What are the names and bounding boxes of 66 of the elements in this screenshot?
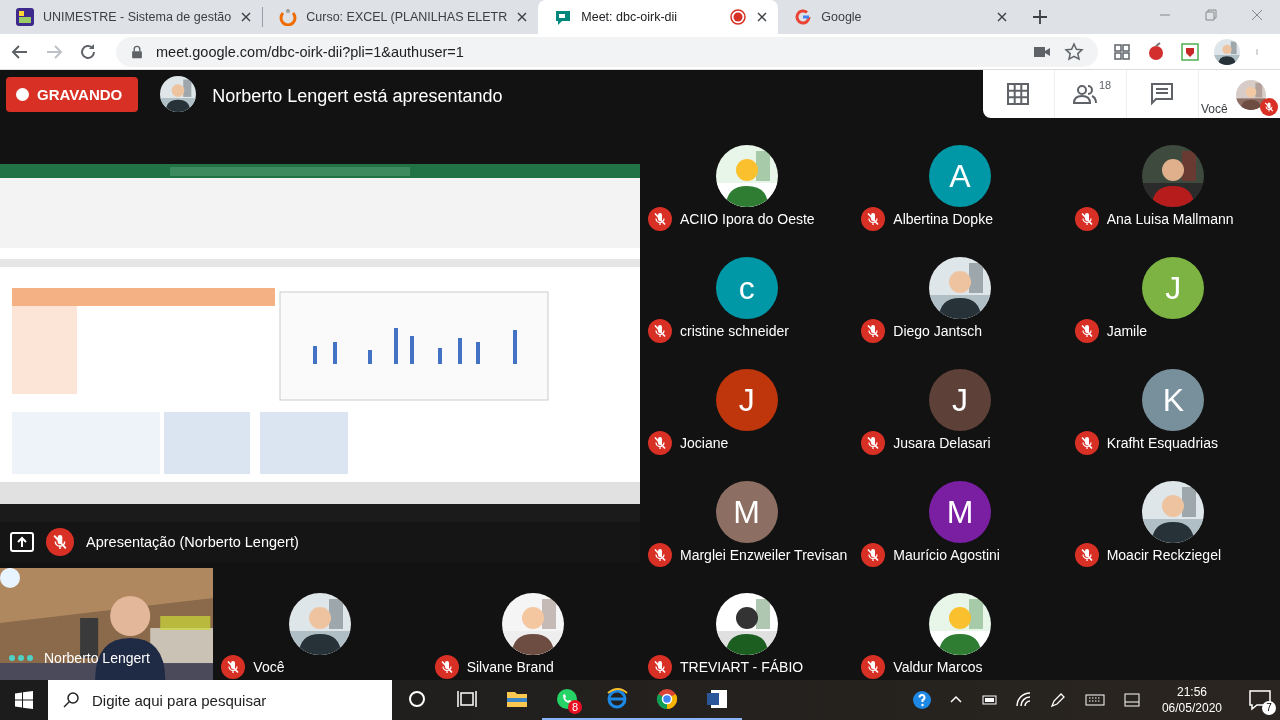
self-label: Você [1201, 102, 1228, 116]
participant-name: Silvane Brand [466, 659, 554, 675]
participants-button[interactable]: 18 [1055, 70, 1127, 118]
close-icon[interactable] [756, 11, 769, 23]
notification-badge: 8 [568, 700, 582, 714]
browser-tab[interactable]: Meet: dbc-oirk-dii [538, 0, 779, 34]
chat-icon [1149, 81, 1176, 107]
present-screen-icon [10, 532, 34, 552]
lock-icon [130, 43, 144, 60]
participant-name: Diego Jantsch [893, 323, 983, 339]
participant-name: Ana Luisa Mallmann [1106, 211, 1234, 227]
grid-icon [1005, 81, 1032, 107]
grid-icon[interactable] [1112, 41, 1132, 62]
date: 06/05/2020 [1161, 700, 1222, 716]
ring-icon [794, 8, 813, 26]
participant-name: Krafht Esquadrias [1106, 435, 1218, 451]
window-icon[interactable] [1121, 690, 1142, 710]
avatar: c [715, 257, 778, 319]
avatar: J [1142, 257, 1205, 319]
participant-name: Maurício Agostini [893, 547, 1000, 563]
shield-icon[interactable] [1180, 41, 1200, 62]
participant-name: Albertina Dopke [893, 211, 993, 227]
browser-tab[interactable]: Google [778, 0, 1019, 34]
help-icon[interactable] [911, 690, 932, 710]
participant-name: cristine schneider [680, 323, 789, 339]
apple-icon[interactable] [1146, 41, 1166, 62]
participant-name: Norberto Lengert [44, 650, 150, 666]
search-icon [62, 691, 80, 709]
recording-button[interactable]: GRAVANDO [6, 77, 139, 112]
participant-name: TREVIART - FÁBIO [680, 659, 804, 675]
windows-start-icon[interactable] [15, 691, 33, 709]
close-icon[interactable] [240, 11, 253, 23]
participant-name: Jamile [1106, 323, 1148, 339]
globe-icon[interactable] [605, 687, 629, 711]
close-icon[interactable] [516, 11, 529, 23]
time: 21:56 [1175, 684, 1208, 700]
browser-tab[interactable]: UNIMESTRE - Sistema de gestão [0, 0, 263, 34]
document-icon[interactable] [705, 687, 729, 711]
ring-icon [279, 8, 298, 26]
notification-icon[interactable] [1248, 688, 1272, 712]
new-tab-icon[interactable] [1032, 9, 1049, 25]
participant-name: Moacir Reckziegel [1106, 547, 1222, 563]
avatar: J [715, 369, 778, 431]
participant-name: Jociane [680, 435, 729, 451]
avatar: J [929, 369, 991, 431]
avatar: M [929, 481, 991, 543]
presenter-caption: Norberto Lengert está apresentando [212, 86, 503, 107]
notification-count: 7 [1262, 701, 1276, 715]
participant-name: Você [253, 659, 285, 675]
participant-name: Marglei Enzweiler Trevisan [680, 547, 848, 563]
clock[interactable]: 21:56 06/05/2020 [1161, 684, 1222, 716]
avatar: A [929, 145, 991, 207]
avatar: K [1142, 369, 1205, 431]
browser-tab[interactable]: Curso: EXCEL (PLANILHAS ELETR [263, 0, 539, 34]
star-icon[interactable] [1064, 41, 1084, 62]
close-icon[interactable] [996, 11, 1009, 23]
presentation-label: Apresentação (Norberto Lengert) [86, 534, 299, 550]
chat-bubble-icon [554, 8, 573, 26]
participant-name: ACIIO Ipora do Oeste [680, 211, 815, 227]
search-field[interactable]: Digite aqui para pesquisar [48, 680, 392, 720]
participant-name: Valdur Marcos [893, 659, 983, 675]
square-logo-icon [16, 8, 34, 26]
address-bar[interactable]: meet.google.com/dbc-oirk-dii?pli=1&authuser=1 [116, 36, 1098, 67]
avatar: M [715, 481, 778, 543]
chrome-icon[interactable] [655, 687, 679, 711]
participant-name: Jusara Delasari [893, 435, 991, 451]
